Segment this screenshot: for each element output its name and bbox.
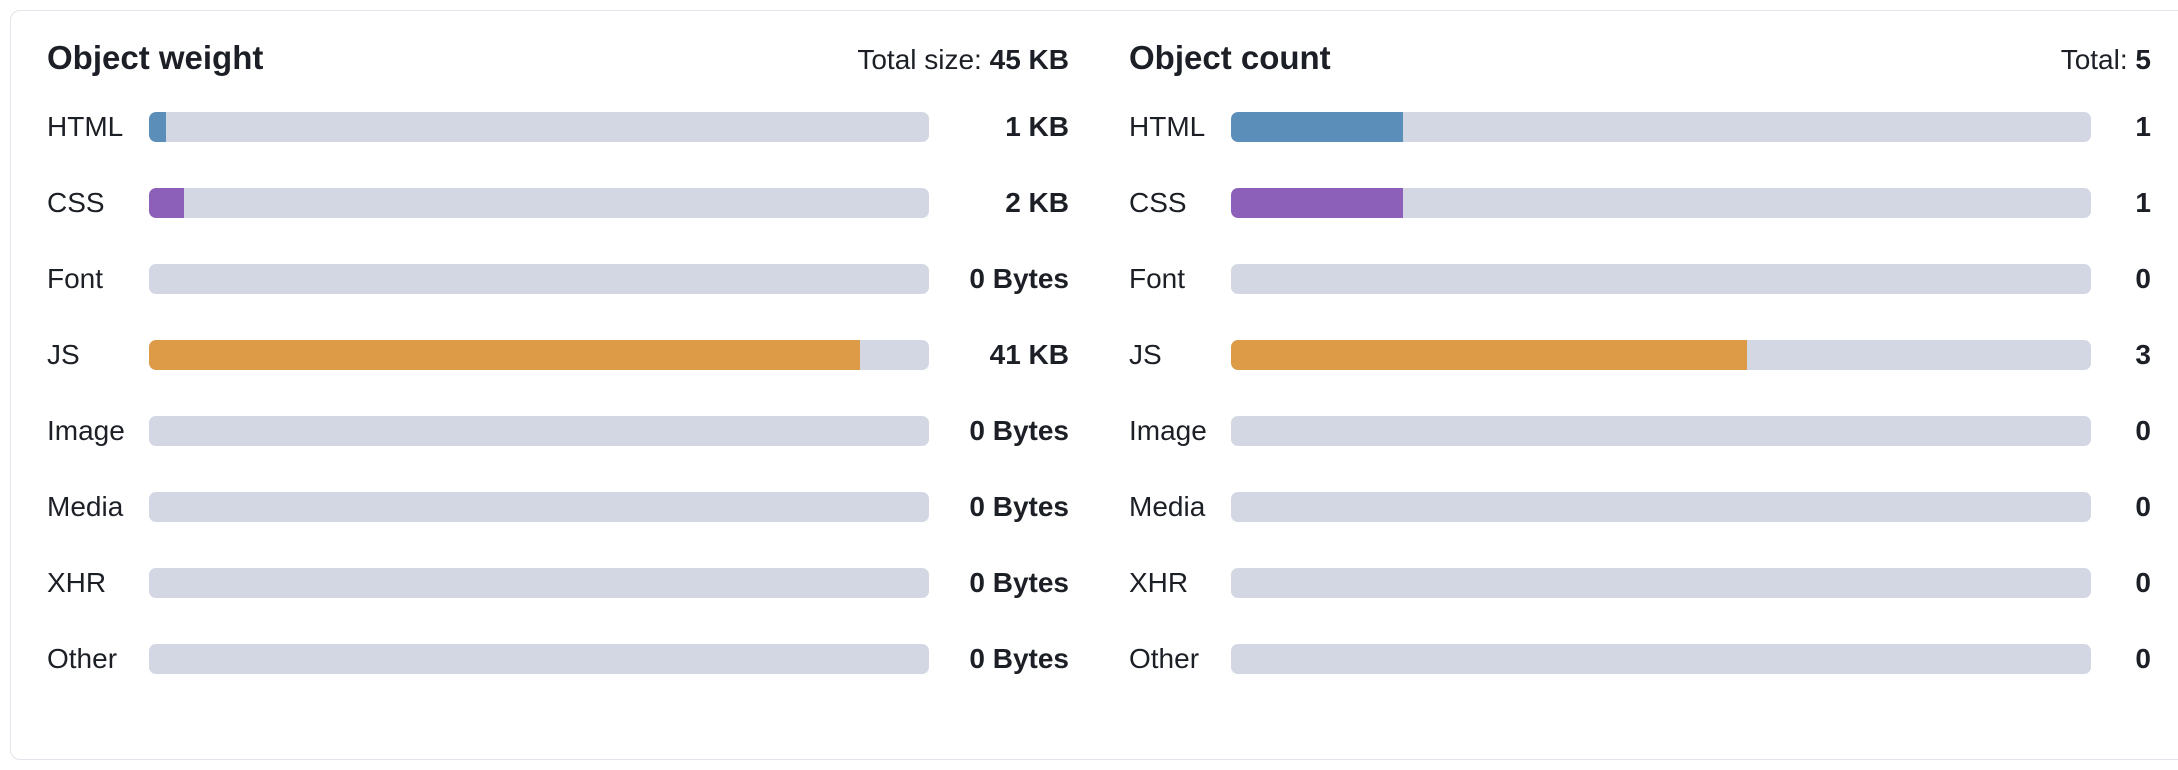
bar-track bbox=[149, 264, 929, 294]
chart-rows: HTML 1 KB CSS 2 KB Font 0 Bytes bbox=[47, 111, 1069, 675]
bar-track bbox=[149, 492, 929, 522]
bar-track bbox=[149, 644, 929, 674]
bar-track bbox=[149, 568, 929, 598]
chart-row-xhr: XHR 0 Bytes bbox=[47, 567, 1069, 599]
chart-rows: HTML 1 CSS 1 Font 0 JS bbox=[1129, 111, 2151, 675]
bar-fill bbox=[149, 112, 166, 142]
row-value: 1 bbox=[2091, 111, 2151, 143]
row-value: 3 bbox=[2091, 339, 2151, 371]
chart-row-font: Font 0 Bytes bbox=[47, 263, 1069, 295]
row-value: 0 Bytes bbox=[929, 415, 1069, 447]
bar-track bbox=[1231, 112, 2091, 142]
bar-track bbox=[1231, 644, 2091, 674]
chart-header: Object weight Total size: 45 KB bbox=[47, 39, 1069, 77]
row-label: HTML bbox=[47, 111, 149, 143]
row-label: XHR bbox=[1129, 567, 1231, 599]
bar-track bbox=[1231, 188, 2091, 218]
row-value: 1 bbox=[2091, 187, 2151, 219]
row-value: 0 Bytes bbox=[929, 643, 1069, 675]
chart-title: Object count bbox=[1129, 39, 1331, 77]
bar-track bbox=[149, 340, 929, 370]
bar-fill bbox=[1231, 340, 1747, 370]
bar-track bbox=[149, 416, 929, 446]
bar-track bbox=[1231, 492, 2091, 522]
total-value: 5 bbox=[2135, 44, 2151, 75]
row-label: Media bbox=[1129, 491, 1231, 523]
chart-row-html: HTML 1 KB bbox=[47, 111, 1069, 143]
row-label: JS bbox=[1129, 339, 1231, 371]
row-label: Other bbox=[47, 643, 149, 675]
row-label: Font bbox=[1129, 263, 1231, 295]
row-label: Image bbox=[1129, 415, 1231, 447]
row-value: 0 Bytes bbox=[929, 263, 1069, 295]
chart-row-css: CSS 2 KB bbox=[47, 187, 1069, 219]
chart-row-other: Other 0 Bytes bbox=[47, 643, 1069, 675]
chart-row-js: JS 3 bbox=[1129, 339, 2151, 371]
chart-row-image: Image 0 Bytes bbox=[47, 415, 1069, 447]
bar-track bbox=[1231, 340, 2091, 370]
chart-row-html: HTML 1 bbox=[1129, 111, 2151, 143]
chart-row-js: JS 41 KB bbox=[47, 339, 1069, 371]
stats-panel: Object weight Total size: 45 KB HTML 1 K… bbox=[10, 10, 2178, 760]
chart-row-media: Media 0 bbox=[1129, 491, 2151, 523]
row-value: 0 Bytes bbox=[929, 567, 1069, 599]
row-label: Other bbox=[1129, 643, 1231, 675]
chart-row-image: Image 0 bbox=[1129, 415, 2151, 447]
row-label: Font bbox=[47, 263, 149, 295]
row-value: 41 KB bbox=[929, 339, 1069, 371]
row-value: 0 Bytes bbox=[929, 491, 1069, 523]
row-value: 0 bbox=[2091, 263, 2151, 295]
total-value: 45 KB bbox=[990, 44, 1069, 75]
bar-track bbox=[149, 112, 929, 142]
row-label: CSS bbox=[1129, 187, 1231, 219]
row-value: 0 bbox=[2091, 491, 2151, 523]
row-label: XHR bbox=[47, 567, 149, 599]
row-value: 0 bbox=[2091, 567, 2151, 599]
chart-row-xhr: XHR 0 bbox=[1129, 567, 2151, 599]
row-value: 0 bbox=[2091, 415, 2151, 447]
row-label: Image bbox=[47, 415, 149, 447]
row-label: HTML bbox=[1129, 111, 1231, 143]
object-count-chart: Object count Total: 5 HTML 1 CSS 1 bbox=[1129, 39, 2151, 723]
chart-title: Object weight bbox=[47, 39, 263, 77]
row-label: JS bbox=[47, 339, 149, 371]
object-weight-chart: Object weight Total size: 45 KB HTML 1 K… bbox=[47, 39, 1069, 723]
row-label: Media bbox=[47, 491, 149, 523]
bar-track bbox=[1231, 264, 2091, 294]
chart-row-font: Font 0 bbox=[1129, 263, 2151, 295]
bar-fill bbox=[1231, 188, 1403, 218]
bar-fill bbox=[1231, 112, 1403, 142]
chart-row-media: Media 0 Bytes bbox=[47, 491, 1069, 523]
chart-total: Total size: 45 KB bbox=[857, 44, 1069, 76]
row-label: CSS bbox=[47, 187, 149, 219]
bar-fill bbox=[149, 340, 860, 370]
bar-fill bbox=[149, 188, 184, 218]
row-value: 1 KB bbox=[929, 111, 1069, 143]
chart-row-other: Other 0 bbox=[1129, 643, 2151, 675]
total-label: Total: bbox=[2061, 44, 2128, 75]
total-label: Total size: bbox=[857, 44, 982, 75]
bar-track bbox=[1231, 416, 2091, 446]
chart-header: Object count Total: 5 bbox=[1129, 39, 2151, 77]
bar-track bbox=[149, 188, 929, 218]
bar-track bbox=[1231, 568, 2091, 598]
row-value: 2 KB bbox=[929, 187, 1069, 219]
chart-total: Total: 5 bbox=[2061, 44, 2151, 76]
row-value: 0 bbox=[2091, 643, 2151, 675]
chart-row-css: CSS 1 bbox=[1129, 187, 2151, 219]
